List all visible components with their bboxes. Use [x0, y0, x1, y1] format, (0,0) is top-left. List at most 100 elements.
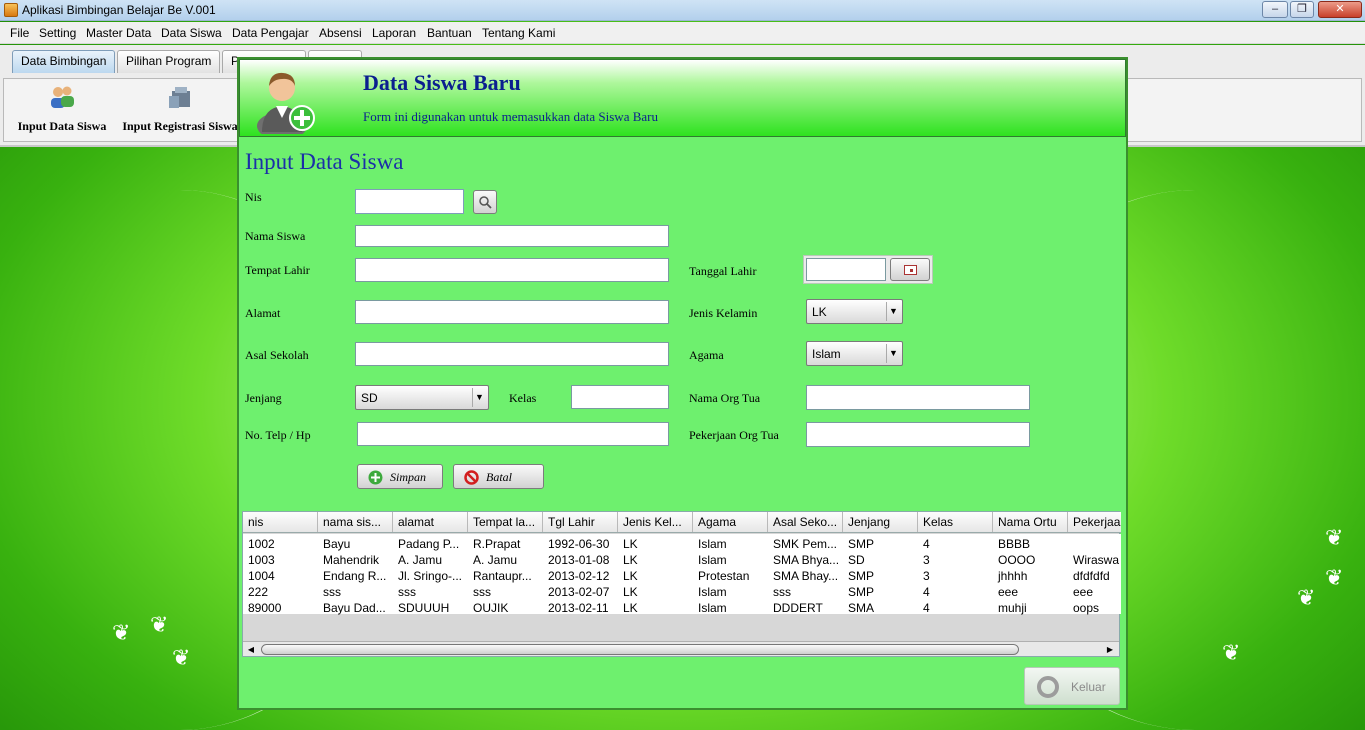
asal-sekolah-label: Asal Sekolah [245, 348, 309, 362]
table-row[interactable]: 1004 Endang R... Jl. Sringo-... Rantaupr...… [243, 568, 1121, 584]
scroll-left-icon[interactable]: ◀ [244, 643, 258, 656]
scrollbar-thumb[interactable] [261, 644, 1019, 655]
nama-org-tua-input[interactable] [806, 385, 1030, 410]
table-cell: OOOO [998, 553, 1036, 567]
menu-bantuan[interactable]: Bantuan [427, 26, 472, 40]
table-cell: Jl. Sringo-... [398, 569, 463, 583]
alamat-label: Alamat [245, 306, 281, 320]
butterfly-decoration: ❦ [1297, 585, 1316, 610]
menu-tentang-kami[interactable]: Tentang Kami [482, 26, 555, 40]
table-cell: 3 [923, 553, 930, 567]
butterfly-decoration: ❦ [112, 620, 131, 645]
column-header[interactable]: Tempat la... [468, 512, 543, 532]
no-telp-input[interactable] [357, 422, 669, 446]
input-data-siswa-button[interactable]: Input Data Siswa [10, 83, 114, 134]
table-cell: 2013-02-11 [548, 601, 609, 615]
nama-siswa-input[interactable] [355, 225, 669, 247]
tempat-lahir-input[interactable] [355, 258, 669, 282]
asal-sekolah-input[interactable] [355, 342, 669, 366]
table-cell: 1002 [248, 537, 275, 551]
butterfly-decoration: ❦ [1222, 640, 1241, 665]
table-cell: Endang R... [323, 569, 387, 583]
chevron-down-icon: ▼ [886, 344, 900, 363]
column-header[interactable]: Asal Seko... [768, 512, 843, 532]
calendar-icon [904, 265, 917, 275]
window-title-bar: Aplikasi Bimbingan Belajar Be V.001 – ❐ … [0, 0, 1365, 21]
add-user-icon [257, 72, 315, 134]
tab-data-bimbingan[interactable]: Data Bimbingan [12, 50, 116, 73]
table-cell: oops [1073, 601, 1100, 615]
column-header[interactable]: Jenis Kel... [618, 512, 693, 532]
close-button[interactable]: ✕ [1318, 1, 1362, 18]
table-cell: Rantaupr... [473, 569, 532, 583]
calendar-button[interactable] [890, 258, 930, 281]
no-telp-label: No. Telp / Hp [245, 428, 311, 442]
horizontal-scrollbar[interactable]: ◀ ▶ [243, 641, 1119, 656]
menu-master-data[interactable]: Master Data [86, 26, 151, 40]
search-nis-button[interactable] [473, 190, 497, 214]
table-cell: SDUUUH [398, 601, 450, 615]
column-header[interactable]: Agama [693, 512, 768, 532]
table-row[interactable]: 222 sss sss sss 2013-02-07 LK Islam sss SMP 4 eee e… [243, 584, 1121, 600]
batal-button[interactable]: Batal [453, 464, 544, 489]
table-cell: sss [773, 585, 791, 599]
column-header[interactable]: Pekerjaa [1068, 512, 1121, 532]
column-header[interactable]: Jenjang [843, 512, 918, 532]
column-header[interactable]: Kelas [918, 512, 993, 532]
chevron-down-icon: ▼ [472, 388, 486, 407]
minimize-button[interactable]: – [1262, 1, 1288, 18]
scroll-right-icon[interactable]: ▶ [1103, 643, 1117, 656]
table-cell: LK [623, 537, 638, 551]
table-body: 1002 Bayu Padang P... R.Prapat 1992-06-30 LK I… [243, 534, 1121, 616]
column-header[interactable]: Tgl Lahir [543, 512, 618, 532]
simpan-label: Simpan [390, 470, 426, 484]
kelas-input[interactable] [571, 385, 669, 409]
keluar-button[interactable]: Keluar [1024, 667, 1120, 705]
pekerjaan-org-tua-label: Pekerjaan Org Tua [689, 428, 779, 442]
menu-bar: File Setting Master Data Data Siswa Data… [0, 22, 1365, 44]
table-cell: 1003 [248, 553, 275, 567]
cancel-icon [464, 470, 479, 485]
table-cell: LK [623, 585, 638, 599]
menu-setting[interactable]: Setting [39, 26, 76, 40]
menu-data-siswa[interactable]: Data Siswa [161, 26, 222, 40]
table-cell: Islam [698, 553, 727, 567]
table-cell: 3 [923, 569, 930, 583]
jenjang-select[interactable]: SD ▼ [355, 385, 489, 410]
tanggal-lahir-label: Tanggal Lahir [689, 264, 757, 278]
column-header[interactable]: alamat [393, 512, 468, 532]
table-cell: 89000 [248, 601, 282, 615]
table-cell: A. Jamu [398, 553, 443, 567]
menu-file[interactable]: File [10, 26, 29, 40]
input-data-siswa-label: Input Data Siswa [17, 119, 107, 133]
table-row[interactable]: 1002 Bayu Padang P... R.Prapat 1992-06-30 LK I… [243, 536, 1121, 552]
column-header[interactable]: nis [243, 512, 318, 532]
table-row[interactable]: 89000 Bayu Dad... SDUUUH OUJIK 2013-02-11 LK I… [243, 600, 1121, 616]
maximize-button[interactable]: ❐ [1290, 1, 1314, 18]
jenjang-label: Jenjang [245, 391, 282, 405]
input-registrasi-siswa-button[interactable]: Input Registrasi Siswa [116, 83, 244, 134]
simpan-button[interactable]: Simpan [357, 464, 443, 489]
alamat-input[interactable] [355, 300, 669, 324]
table-cell: 2013-01-08 [548, 553, 610, 567]
tab-pilihan-program[interactable]: Pilihan Program [117, 50, 221, 73]
table-cell: LK [623, 553, 638, 567]
jenis-kelamin-select[interactable]: LK ▼ [806, 299, 903, 324]
nama-siswa-label: Nama Siswa [245, 229, 306, 243]
nama-org-tua-label: Nama Org Tua [689, 391, 761, 405]
menu-laporan[interactable]: Laporan [372, 26, 416, 40]
pekerjaan-org-tua-input[interactable] [806, 422, 1030, 447]
kelas-label: Kelas [509, 391, 537, 405]
tanggal-lahir-input[interactable] [806, 258, 886, 281]
table-row[interactable]: 1003 Mahendrik A. Jamu A. Jamu 2013-01-08 LK I… [243, 552, 1121, 568]
nis-input[interactable] [355, 189, 464, 214]
agama-select[interactable]: Islam ▼ [806, 341, 903, 366]
column-header[interactable]: nama sis... [318, 512, 393, 532]
table-cell: 1992-06-30 [548, 537, 610, 551]
menu-data-pengajar[interactable]: Data Pengajar [232, 26, 309, 40]
column-header[interactable]: Nama Ortu [993, 512, 1068, 532]
table-cell: Bayu [323, 537, 351, 551]
dialog-subtitle: Form ini digunakan untuk memasukkan data… [363, 109, 658, 124]
menu-absensi[interactable]: Absensi [319, 26, 362, 40]
table-cell: eee [1073, 585, 1094, 599]
